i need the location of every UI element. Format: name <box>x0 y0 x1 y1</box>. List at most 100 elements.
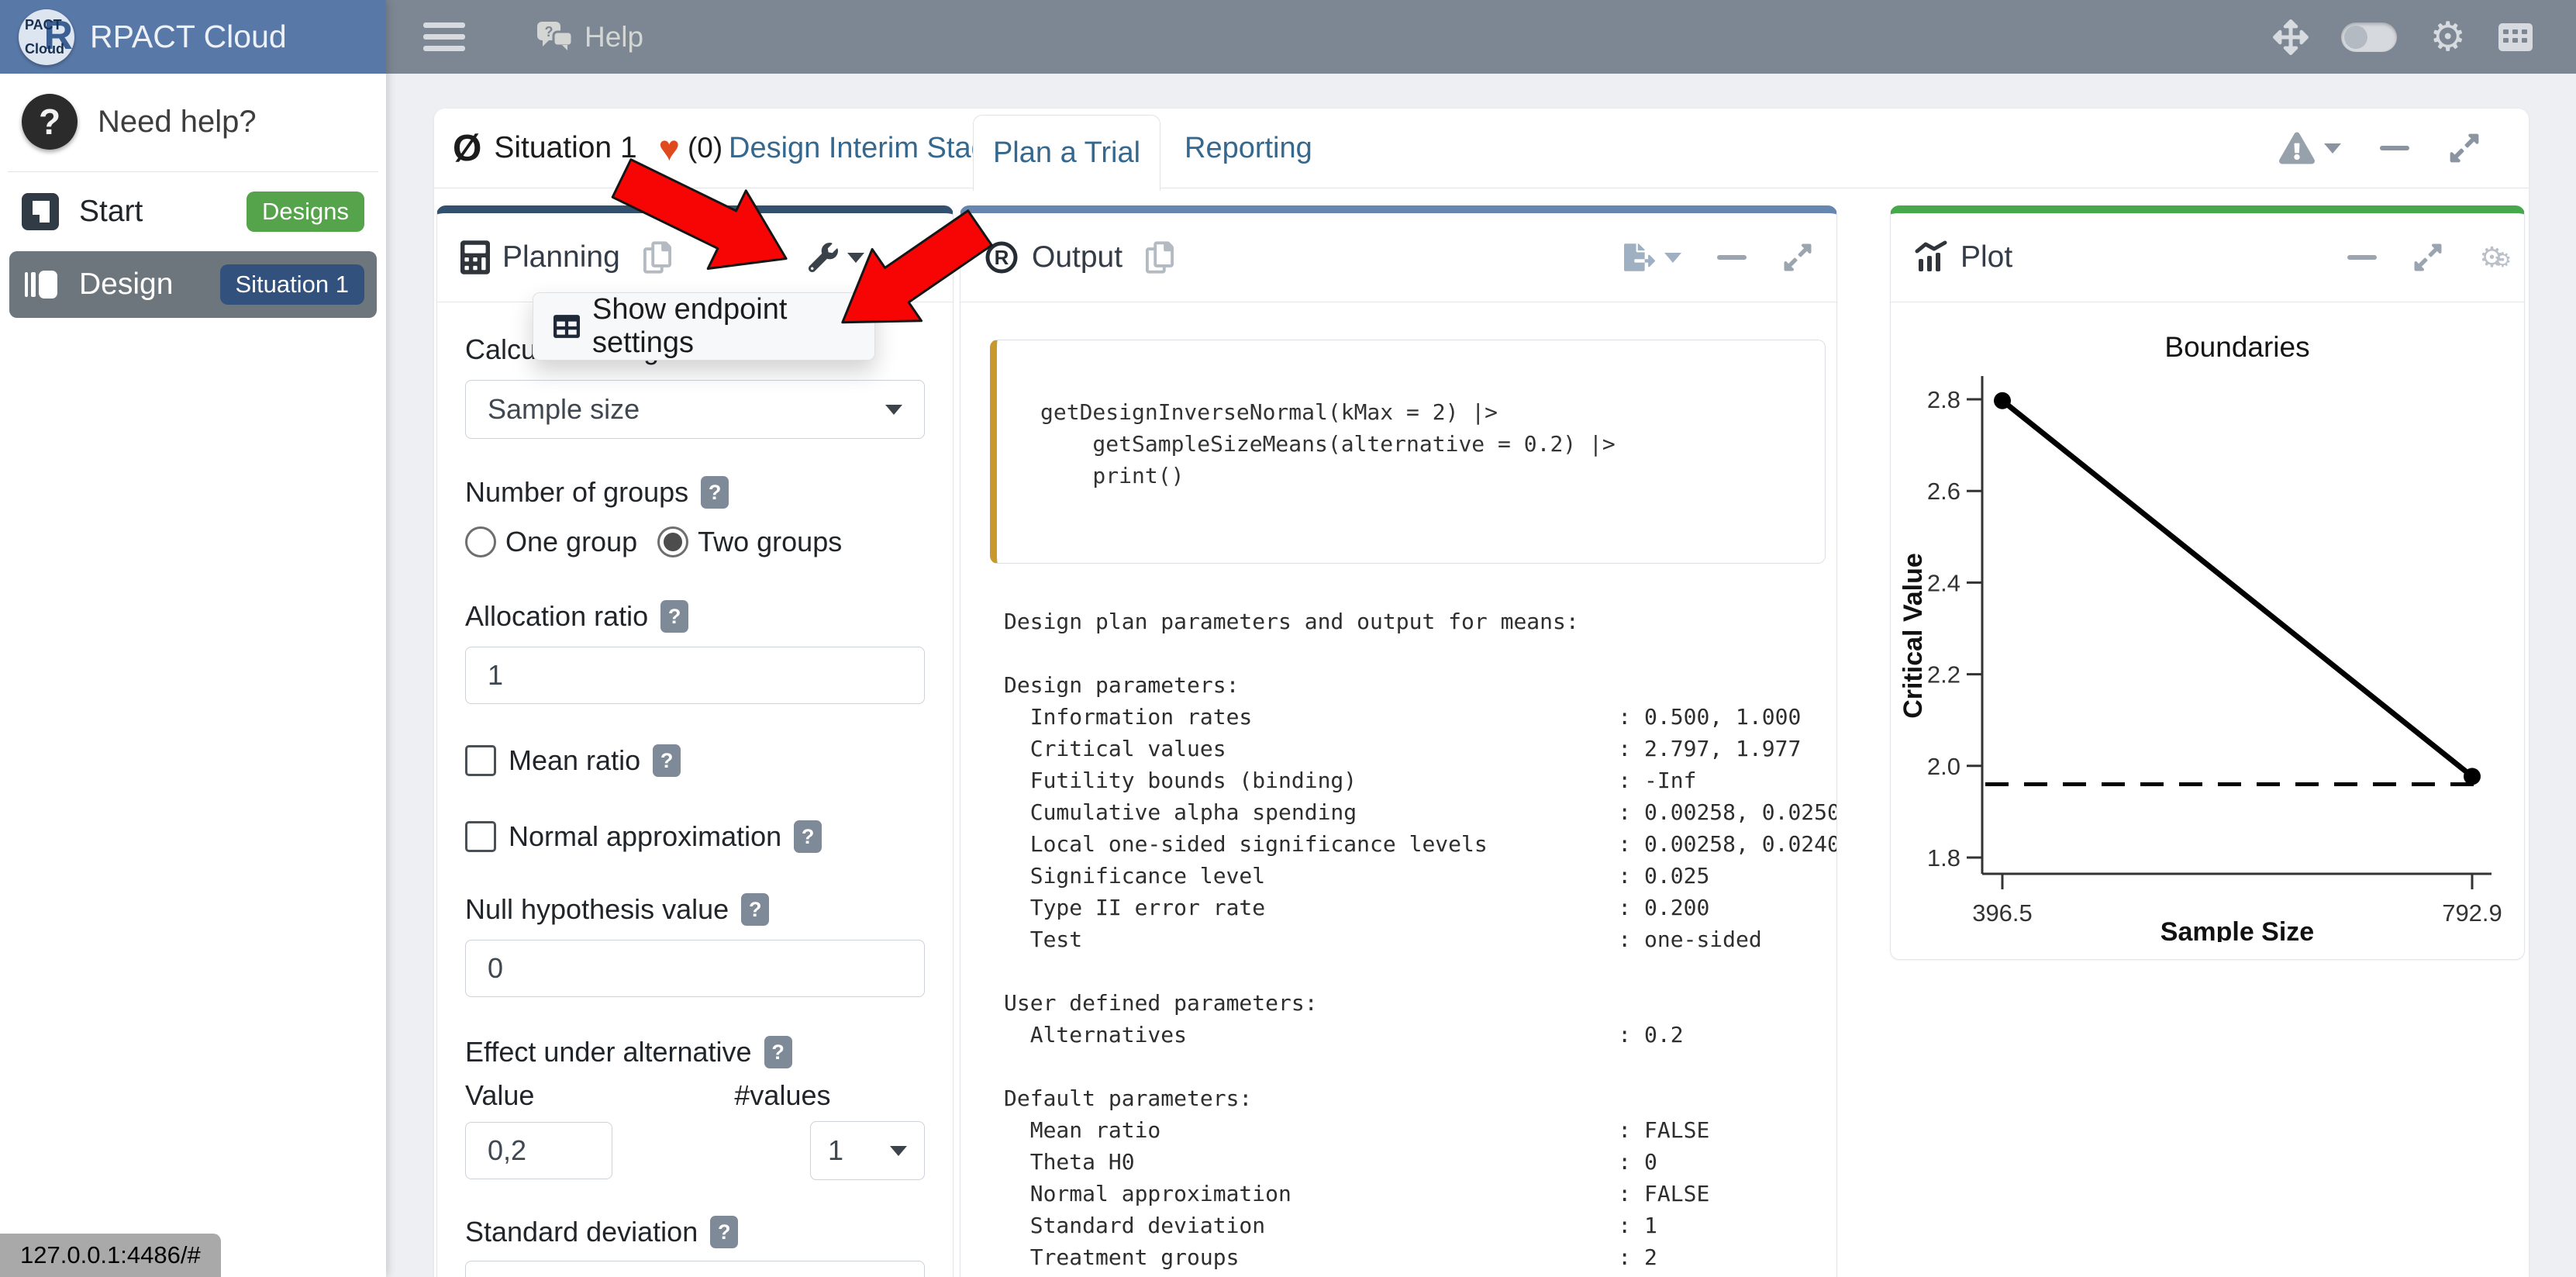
help-chat-icon: ? <box>536 21 574 53</box>
help-badge-icon[interactable]: ? <box>764 1036 792 1068</box>
sidebar-item-design[interactable]: Design Situation 1 <box>9 251 377 318</box>
effect-value-input[interactable] <box>465 1122 612 1179</box>
r-logo-icon: R <box>984 240 1019 275</box>
tab-bar: Ø Situation 1 ♥ (0) Design Interim Stage… <box>434 109 2529 188</box>
help-badge-icon[interactable]: ? <box>741 893 769 926</box>
two-groups-radio[interactable] <box>657 526 688 557</box>
svg-text:2.4: 2.4 <box>1927 569 1960 596</box>
plot-panel: Plot ⚙⚙ Boundaries1.82.02.22.42.62.8396.… <box>1890 205 2525 960</box>
collapse-panel-button[interactable] <box>900 255 929 260</box>
tools-dropdown-menu: Show endpoint settings <box>533 292 875 361</box>
tab-plan-a-trial[interactable]: Plan a Trial <box>973 115 1160 191</box>
tools-dropdown-button[interactable] <box>809 243 864 272</box>
expand-panel-button[interactable] <box>2412 242 2443 273</box>
sidebar-toggle-button[interactable] <box>423 22 465 51</box>
warnings-dropdown[interactable] <box>2279 132 2341 164</box>
collapse-panel-button[interactable] <box>1717 255 1747 260</box>
calculation-target-select[interactable]: Sample size <box>465 380 925 439</box>
num-values-select[interactable]: 1 <box>810 1121 925 1180</box>
svg-text:1.8: 1.8 <box>1927 844 1960 871</box>
number-of-groups-label: Number of groups <box>465 476 688 509</box>
r-output-text: Design plan parameters and output for me… <box>1004 606 1836 1273</box>
svg-text:R: R <box>995 246 1009 269</box>
help-label: Help <box>585 21 643 53</box>
svg-text:Boundaries: Boundaries <box>2164 331 2309 363</box>
empty-set-icon: Ø <box>453 127 481 170</box>
panel-title: Planning <box>502 240 620 274</box>
sidebar-header: R PACT Cloud RPACT Cloud <box>0 0 386 74</box>
theme-toggle[interactable] <box>2341 22 2397 52</box>
null-hypothesis-input[interactable] <box>465 940 925 997</box>
status-url: 127.0.0.1:4486/# <box>0 1234 221 1277</box>
fullscreen-icon[interactable] <box>2273 19 2309 55</box>
two-groups-label: Two groups <box>698 526 842 558</box>
help-button[interactable]: ? Help <box>536 21 643 53</box>
apps-grid-icon[interactable] <box>2498 23 2533 51</box>
expand-panel-button[interactable] <box>1782 242 1813 273</box>
app-title: RPACT Cloud <box>90 19 287 55</box>
wrench-icon <box>809 243 838 272</box>
r-code: getDesignInverseNormal(kMax = 2) |> getS… <box>1040 396 1809 492</box>
expand-card-button[interactable] <box>2448 132 2481 164</box>
calculator-icon <box>460 240 490 274</box>
rpact-cloud-app: ? Help ⚙ R PACT Cloud RPACT Cloud ? <box>0 0 2576 1277</box>
plot-settings-gears-icon[interactable]: ⚙⚙ <box>2479 243 2501 271</box>
topbar: ? Help ⚙ <box>386 0 2576 74</box>
normal-approximation-checkbox[interactable] <box>465 821 496 852</box>
help-badge-icon[interactable]: ? <box>794 820 822 853</box>
one-group-label: One group <box>505 526 637 558</box>
panel-title: Plot <box>1960 240 2012 274</box>
sidebar-divider <box>8 171 378 172</box>
collapse-panel-button[interactable] <box>2347 255 2377 260</box>
chart-icon <box>1914 240 1948 274</box>
sidebar: R PACT Cloud RPACT Cloud ? Need help? St… <box>0 0 386 1277</box>
normal-approximation-label: Normal approximation <box>509 820 781 853</box>
situation-badge: Situation 1 <box>220 264 365 305</box>
output-panel: R Output getDesignInverseNormal(kMax = 2… <box>960 205 1837 1277</box>
settings-gear-icon[interactable]: ⚙ <box>2429 17 2466 57</box>
sidebar-item-label: Design <box>79 267 173 302</box>
export-dropdown-button[interactable] <box>1624 242 1681 273</box>
tab-reporting[interactable]: Reporting <box>1185 109 1312 188</box>
svg-text:2.2: 2.2 <box>1927 661 1960 689</box>
sidebar-item-start[interactable]: Start Designs <box>9 178 377 245</box>
null-hypothesis-label: Null hypothesis value <box>465 893 729 926</box>
svg-text:?: ? <box>545 24 553 40</box>
svg-text:2.0: 2.0 <box>1927 753 1960 780</box>
svg-text:Sample Size: Sample Size <box>2160 917 2314 942</box>
help-badge-icon[interactable]: ? <box>660 600 688 633</box>
svg-text:2.6: 2.6 <box>1927 478 1960 505</box>
num-values-label: #values <box>734 1079 830 1112</box>
heart-icon[interactable]: ♥ <box>659 127 680 169</box>
allocation-ratio-input[interactable] <box>465 647 925 704</box>
boundaries-chart: Boundaries1.82.02.22.42.62.8396.5792.9Cr… <box>1891 302 2524 942</box>
file-export-icon <box>1624 242 1655 273</box>
copy-icon[interactable] <box>643 241 671 274</box>
favorites-count: (0) <box>688 132 722 164</box>
design-icon <box>22 266 59 303</box>
table-icon <box>553 313 580 340</box>
help-badge-icon[interactable]: ? <box>710 1216 738 1248</box>
svg-text:2.8: 2.8 <box>1927 386 1960 413</box>
need-help-item[interactable]: ? Need help? <box>22 94 386 150</box>
standard-deviation-input[interactable] <box>465 1261 925 1277</box>
svg-text:792.9: 792.9 <box>2442 899 2502 927</box>
one-group-radio[interactable] <box>465 526 496 557</box>
menu-item-show-endpoint-settings[interactable]: Show endpoint settings <box>592 293 874 360</box>
sidebar-item-label: Start <box>79 195 143 229</box>
situation-header: Ø Situation 1 ♥ (0) <box>453 109 722 188</box>
warning-icon <box>2279 132 2315 164</box>
mean-ratio-checkbox[interactable] <box>465 745 496 776</box>
question-mark-icon: ? <box>22 94 78 150</box>
copy-icon[interactable] <box>1146 241 1174 274</box>
toggle-knob <box>2344 26 2367 49</box>
mean-ratio-label: Mean ratio <box>509 744 640 777</box>
situation-title: Situation 1 <box>494 131 636 165</box>
panel-title: Output <box>1032 240 1122 274</box>
help-badge-icon[interactable]: ? <box>653 744 681 777</box>
r-code-block: getDesignInverseNormal(kMax = 2) |> getS… <box>990 340 1826 564</box>
designs-badge: Designs <box>247 192 364 232</box>
help-badge-icon[interactable]: ? <box>701 476 729 509</box>
value-label: Value <box>465 1079 534 1112</box>
collapse-card-button[interactable] <box>2380 146 2409 150</box>
